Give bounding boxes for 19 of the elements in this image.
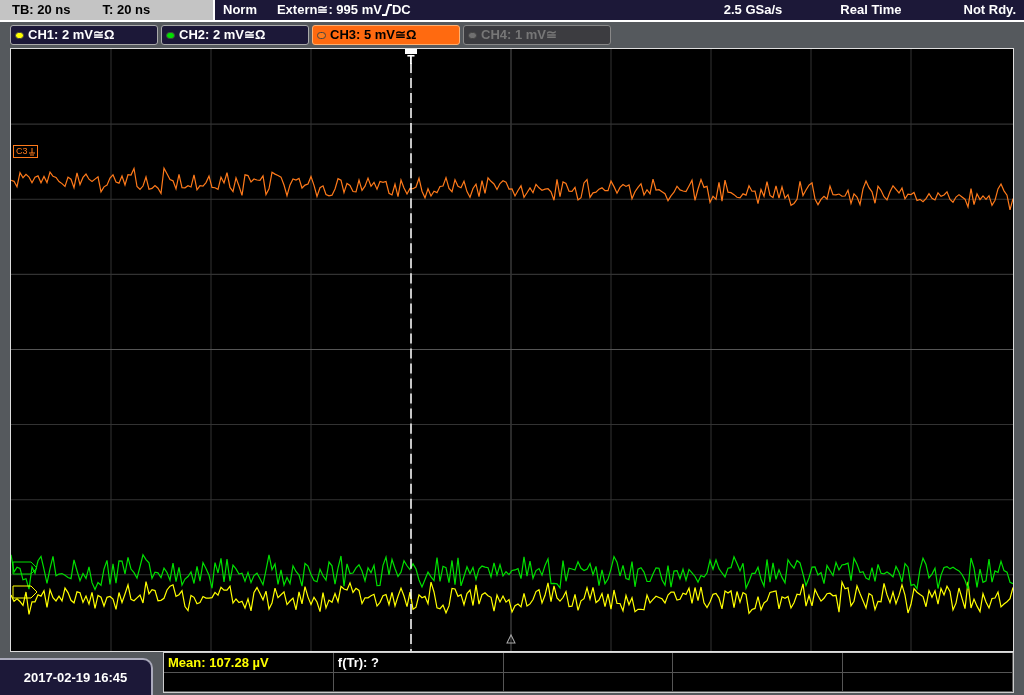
channel-button[interactable]: CH3: 5 mV≅Ω [312,25,460,45]
run-state-label: Not Rdy. [963,1,1016,20]
measurement-value: Mean: 107.28 µV [168,653,269,672]
trigger-time-label: T: 20 ns [102,1,151,20]
timebase-label: TB: 20 ns [12,1,71,20]
acquisition-mode-label: Real Time [840,1,902,20]
channel-button[interactable]: CH1: 2 mV≅Ω [10,25,158,45]
channel-marker-icon [12,561,38,575]
measurement-value: f(Tr): ? [337,653,379,672]
trigger-source-label: Extern≅: 995 mV [276,1,382,20]
rising-edge-icon [381,4,392,16]
channel-button[interactable]: CH2: 2 mV≅Ω [161,25,309,45]
trigger-position-icon [506,634,516,644]
channel-marker-icon [12,585,38,599]
trigger-coupling-label: DC [391,1,411,20]
sample-rate-label: 2.5 GSa/s [723,1,783,20]
trigger-mode-label: Norm [223,1,257,20]
channel-marker-label: C3 [16,144,28,158]
date-time-label: 2017-02-19 16:45 [0,658,153,695]
